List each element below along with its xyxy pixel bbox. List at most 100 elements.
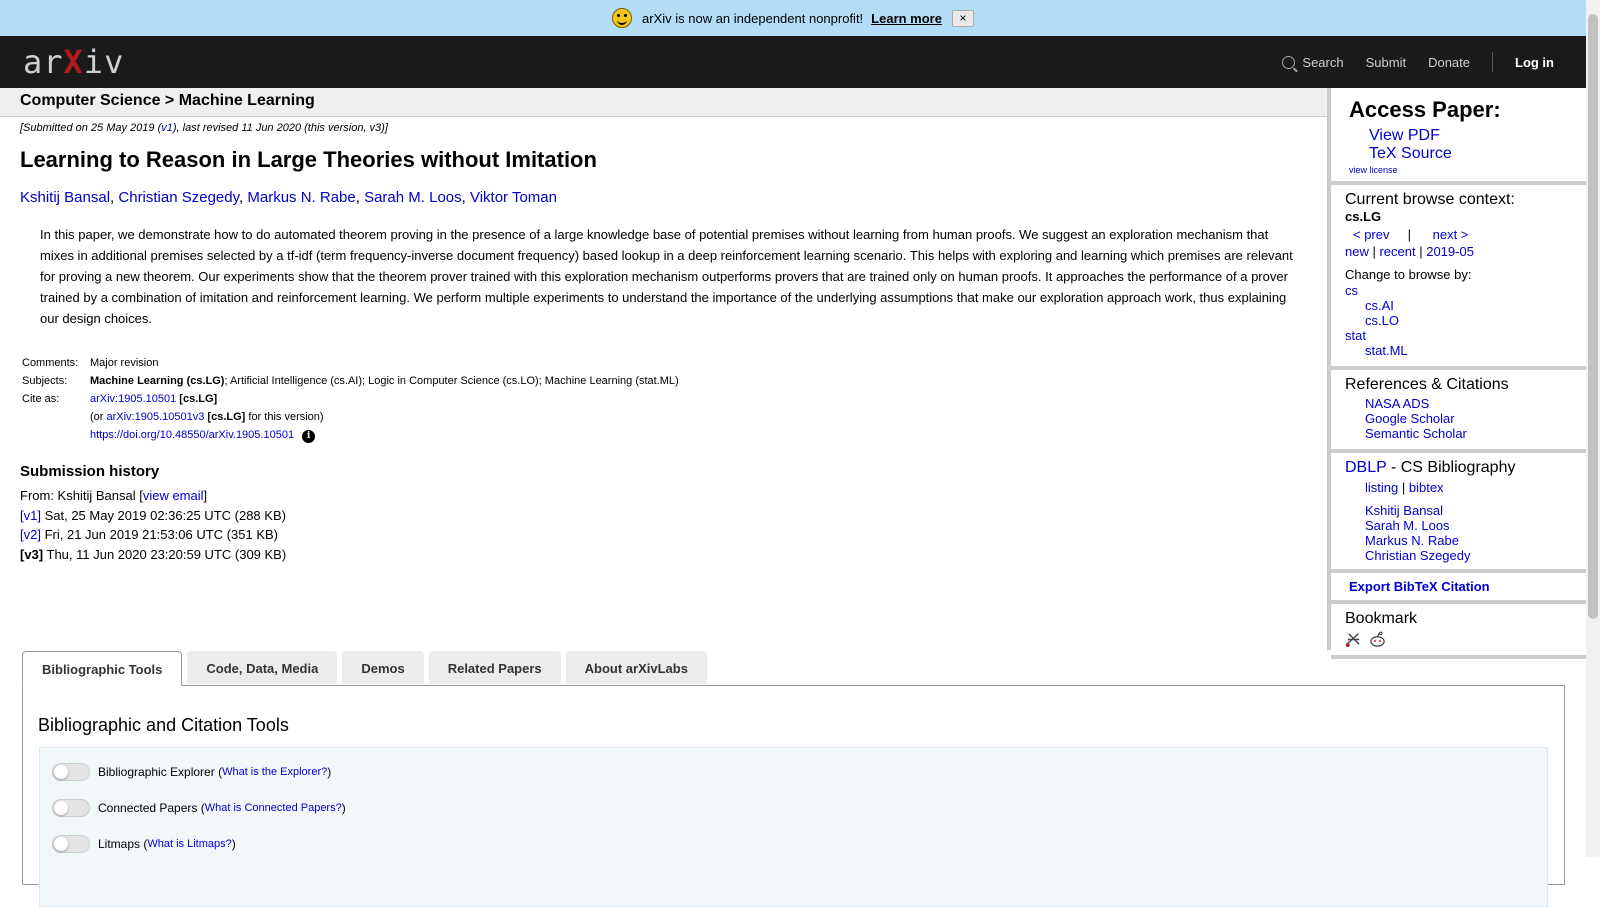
author-link[interactable]: Kshitij Bansal [20, 189, 110, 206]
cite-label: Cite as: [22, 393, 60, 405]
tab-about-arxivlabs[interactable]: About arXivLabs [565, 651, 707, 684]
tab-code-data-media[interactable]: Code, Data, Media [187, 651, 338, 684]
view-email-link[interactable]: view email [143, 488, 204, 503]
scrollbar-thumb[interactable] [1588, 14, 1598, 619]
dblp-author-link[interactable]: Christian Szegedy [1365, 548, 1471, 563]
tex-source-link[interactable]: TeX Source [1369, 145, 1452, 162]
submission-history: From: Kshitij Bansal [view email] [v1] S… [20, 486, 1310, 564]
version-link[interactable]: [v1] [20, 508, 41, 523]
connected-papers-toggle[interactable] [52, 799, 90, 817]
month-link[interactable]: 2019-05 [1426, 244, 1474, 259]
author-link[interactable]: Christian Szegedy [118, 189, 239, 206]
browse-cs-ai-link[interactable]: cs.AI [1365, 298, 1394, 313]
version-row: [v1] Sat, 25 May 2019 02:36:25 UTC (288 … [20, 507, 286, 523]
recent-link[interactable]: recent [1379, 244, 1415, 259]
metadata-table: Comments: Major revision Subjects: Machine… [20, 355, 681, 447]
tab-bar: Bibliographic Tools Code, Data, Media De… [22, 651, 712, 686]
submit-link[interactable]: Submit [1366, 55, 1406, 70]
smiley-icon [612, 8, 633, 28]
litmaps-help-link[interactable]: What is Litmaps? [147, 838, 231, 850]
connected-papers-help-link[interactable]: What is Connected Papers? [205, 802, 342, 814]
bibliographic-explorer-toggle[interactable] [52, 763, 90, 781]
bibsonomy-icon[interactable] [1345, 631, 1362, 648]
info-icon[interactable]: i [302, 430, 316, 443]
login-link[interactable]: Log in [1515, 55, 1554, 70]
nav-divider [1492, 52, 1493, 72]
comments-value: Major revision [90, 357, 159, 369]
prev-link[interactable]: < prev [1353, 227, 1390, 242]
author-list: Kshitij Bansal, Christian Szegedy, Marku… [20, 189, 557, 206]
subjects-label: Subjects: [22, 375, 68, 387]
donate-link[interactable]: Donate [1428, 55, 1470, 70]
doi-row: https://doi.org/10.48550/arXiv.1905.1050… [88, 427, 681, 447]
breadcrumb: Computer Science > Machine Learning [0, 88, 1327, 117]
submission-history-heading: Submission history [20, 463, 160, 480]
v1-link[interactable]: v1 [161, 122, 173, 134]
cite-value: arXiv:1905.10501 [cs.LG] [90, 393, 218, 405]
abstract: In this paper, we demonstrate how to do … [40, 227, 1293, 326]
submission-dateline: [Submitted on 25 May 2019 (v1), last rev… [20, 122, 388, 134]
close-icon[interactable]: × [951, 9, 974, 27]
browse-context-box: Current browse context: cs.LG < prev | n… [1331, 185, 1586, 370]
author-link[interactable]: Sarah M. Loos [364, 189, 462, 206]
paper-title: Learning to Reason in Large Theories wit… [20, 147, 597, 172]
browse-cs-lo-link[interactable]: cs.LO [1365, 313, 1399, 328]
dblp-author-link[interactable]: Sarah M. Loos [1365, 518, 1450, 533]
browse-context-value: cs.LG [1345, 209, 1382, 224]
new-link[interactable]: new [1345, 244, 1369, 259]
version-row: [v3] Thu, 11 Jun 2020 23:20:59 UTC (309 … [20, 546, 287, 562]
arxiv-logo[interactable]: arXiv [23, 43, 124, 81]
references-box: References & Citations NASA ADS Google S… [1331, 370, 1586, 453]
next-link[interactable]: next > [1433, 227, 1469, 242]
reddit-icon[interactable] [1369, 631, 1386, 648]
browse-stat-ml-link[interactable]: stat.ML [1365, 343, 1408, 358]
dblp-author-link[interactable]: Kshitij Bansal [1365, 503, 1443, 518]
tab-panel: Bibliographic and Citation Tools Bibliog… [22, 685, 1565, 907]
dblp-author-link[interactable]: Markus N. Rabe [1365, 533, 1459, 548]
tool-row: Connected Papers (What is Connected Pape… [52, 790, 1547, 826]
change-browse-label: Change to browse by: [1345, 267, 1472, 282]
export-box: Export BibTeX Citation [1331, 573, 1586, 604]
author-link[interactable]: Viktor Toman [470, 189, 557, 206]
page-scrollbar[interactable] [1586, 0, 1600, 857]
browse-cs-link[interactable]: cs [1345, 283, 1358, 298]
explorer-help-link[interactable]: What is the Explorer? [222, 766, 327, 778]
subjects-value: Machine Learning (cs.LG); Artificial Int… [90, 375, 679, 387]
browse-stat-link[interactable]: stat [1345, 328, 1366, 343]
google-scholar-link[interactable]: Google Scholar [1365, 411, 1455, 426]
paper-main: [Submitted on 25 May 2019 (v1), last rev… [20, 122, 1310, 564]
dblp-box: DBLP - CS Bibliography listing | bibtex … [1331, 453, 1586, 573]
search-button[interactable]: Search [1282, 55, 1344, 70]
view-pdf-link[interactable]: View PDF [1369, 127, 1440, 144]
cite-version-link[interactable]: arXiv:1905.10501v3 [107, 411, 205, 423]
export-bibtex-link[interactable]: Export BibTeX Citation [1349, 579, 1490, 594]
bookmark-box: Bookmark [1331, 604, 1586, 659]
version-link[interactable]: [v2] [20, 527, 41, 542]
view-license-link[interactable]: view license [1349, 165, 1398, 175]
dblp-listing-link[interactable]: listing [1365, 480, 1398, 495]
announcement-banner: arXiv is now an independent nonprofit! L… [0, 0, 1586, 36]
learn-more-link[interactable]: Learn more [871, 11, 942, 26]
dblp-bibtex-link[interactable]: bibtex [1409, 480, 1444, 495]
version-row: [v2] Fri, 21 Jun 2019 21:53:06 UTC (351 … [20, 527, 278, 542]
bookmark-heading: Bookmark [1345, 610, 1418, 627]
nasa-ads-link[interactable]: NASA ADS [1365, 396, 1429, 411]
access-paper-heading: Access Paper: [1349, 97, 1501, 122]
browse-context-heading: Current browse context: [1345, 191, 1515, 208]
tools-heading: Bibliographic and Citation Tools [38, 715, 289, 735]
submitter-line: From: Kshitij Bansal [view email] [20, 488, 208, 503]
dblp-link[interactable]: DBLP [1345, 459, 1387, 476]
banner-text: arXiv is now an independent nonprofit! [642, 10, 864, 26]
tab-related-papers[interactable]: Related Papers [428, 651, 561, 684]
cite-version: (or arXiv:1905.10501v3 [cs.LG] for this … [90, 411, 324, 423]
search-icon [1282, 55, 1296, 69]
tab-demos[interactable]: Demos [342, 651, 424, 684]
doi-link[interactable]: https://doi.org/10.48550/arXiv.1905.1050… [90, 429, 294, 441]
litmaps-toggle[interactable] [52, 835, 90, 853]
access-paper-box: Access Paper: View PDF TeX Source view l… [1331, 88, 1586, 185]
cite-link[interactable]: arXiv:1905.10501 [90, 393, 176, 405]
semantic-scholar-link[interactable]: Semantic Scholar [1365, 426, 1467, 441]
comments-label: Comments: [22, 357, 79, 369]
tab-bibliographic-tools[interactable]: Bibliographic Tools [22, 651, 183, 686]
author-link[interactable]: Markus N. Rabe [247, 189, 355, 206]
